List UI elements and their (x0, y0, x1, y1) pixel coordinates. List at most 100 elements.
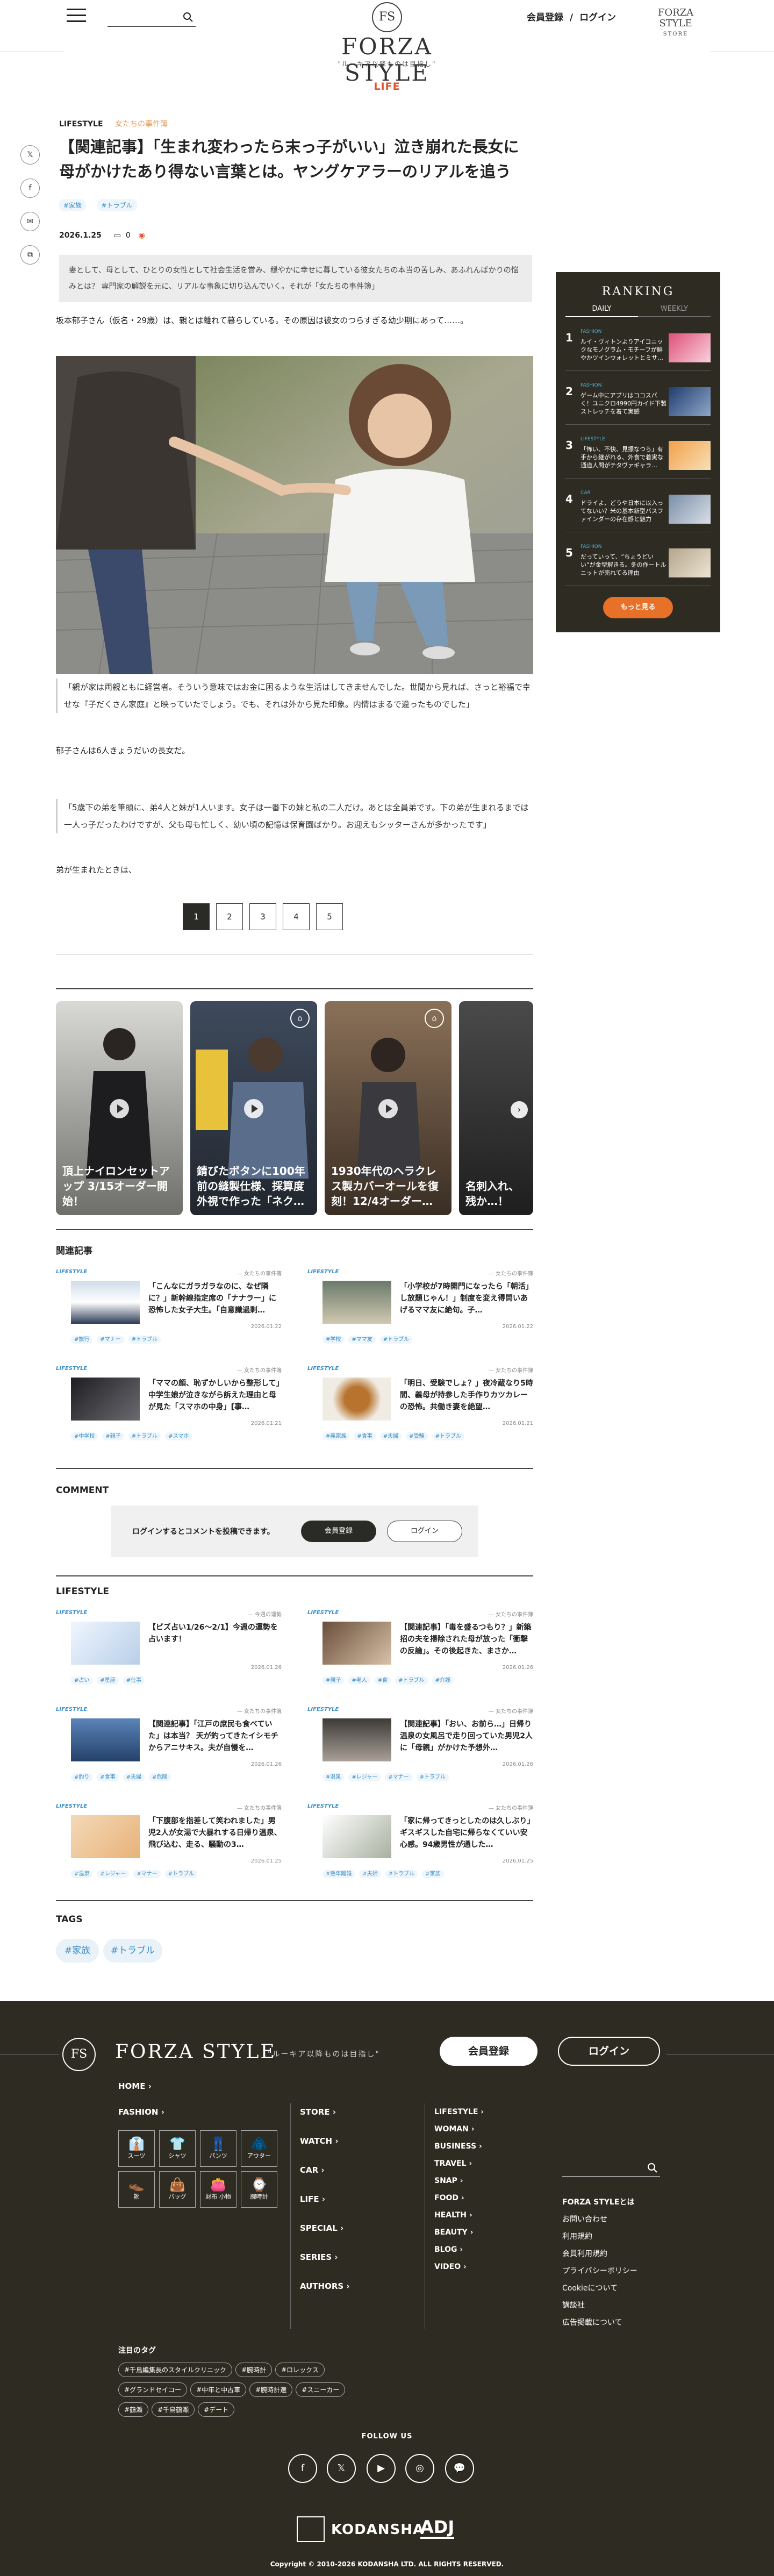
page-1-button[interactable]: 1 (183, 903, 210, 930)
tag-link[interactable]: #トラブル (385, 1870, 418, 1878)
tag-link[interactable]: #千鳥鶴瀬 (152, 2402, 195, 2417)
register-link[interactable]: 会員登録 (527, 12, 563, 23)
lifestyle-article-card[interactable]: LIFESTYLE — 女たちの事件簿 【関連記事】「毒を盛るつもり？」新築招の… (307, 1610, 533, 1690)
facebook-icon[interactable]: f (288, 2454, 317, 2483)
footer-nav-item[interactable]: FOOD › (434, 2193, 464, 2203)
footer-link[interactable]: プライバシーポリシー (562, 2266, 637, 2277)
lifestyle-article-card[interactable]: LIFESTYLE — 今週の運勢 【ビズ占い1/26〜2/1】今週の運勢を占い… (56, 1610, 282, 1690)
ranking-item[interactable]: 1 FASHION ルイ・ヴィトンよりアイコニックなモノグラム・モチーフが鮮やか… (565, 326, 711, 371)
tag-link[interactable]: #老人 (348, 1676, 370, 1685)
x-icon[interactable]: 𝕏 (327, 2454, 356, 2483)
tag-link[interactable]: #トラブル (416, 1773, 449, 1781)
tag-link[interactable]: #熟年離婚 (322, 1870, 355, 1878)
page-3-button[interactable]: 3 (249, 903, 276, 930)
tag-link[interactable]: #親子 (322, 1676, 345, 1685)
menu-icon[interactable] (67, 9, 86, 23)
share-mail-icon[interactable]: ✉ (20, 212, 40, 231)
fashion-item[interactable]: 👕 シャツ (159, 2130, 196, 2167)
related-article-card[interactable]: LIFESTYLE — 女たちの事件簿 「こんなにガラガラなのに、なぜ隣に？」新… (56, 1269, 282, 1350)
tag-link[interactable]: #危険 (149, 1773, 171, 1781)
tag-link[interactable]: #学校 (322, 1336, 345, 1344)
fashion-item[interactable]: 🧥 アウター (241, 2130, 277, 2167)
footer-search-input[interactable] (562, 2160, 660, 2177)
footer-nav-item[interactable]: AUTHORS › (300, 2281, 350, 2292)
tag-link[interactable]: #夫婦 (123, 1773, 145, 1781)
ranking-more-button[interactable]: もっと見る (603, 597, 673, 618)
footer-nav-fashion[interactable]: FASHION › (118, 2107, 164, 2117)
tag-link[interactable]: #釣り (71, 1773, 93, 1781)
play-icon[interactable] (244, 1099, 263, 1118)
search-input[interactable] (108, 9, 196, 27)
footer-link[interactable]: 広告掲載について (562, 2317, 622, 2328)
tab-daily[interactable]: DAILY (565, 302, 638, 317)
tag-link[interactable]: #仕事 (123, 1676, 145, 1685)
tag-link[interactable]: #レジャー (97, 1870, 130, 1878)
fashion-item[interactable]: ⌚ 腕時計 (241, 2171, 277, 2208)
ranking-item[interactable]: 4 CAR ドライよ、どうや日本に以入ってないい？米の基本新型バスファインダーの… (565, 487, 711, 532)
tag-link[interactable]: #夫婦 (359, 1870, 381, 1878)
shopping-bag-icon[interactable]: ⌂ (425, 1009, 444, 1028)
fashion-item[interactable]: 👞 靴 (118, 2171, 155, 2208)
tag-link[interactable]: #夫婦 (379, 1432, 402, 1440)
footer-nav-item[interactable]: TRAVEL › (434, 2158, 472, 2169)
tag-link[interactable]: #千鳥編集長のスタイルクリニック (118, 2363, 233, 2377)
tag-link[interactable]: #トラブル (395, 1676, 428, 1685)
comment-register-button[interactable]: 会員登録 (301, 1521, 376, 1542)
footer-link[interactable]: 利用規約 (562, 2231, 592, 2242)
search-icon[interactable] (647, 2163, 658, 2173)
page-2-button[interactable]: 2 (216, 903, 243, 930)
tag-link[interactable]: #トラブル (97, 199, 137, 211)
footer-logo[interactable]: FORZA STYLE (115, 2041, 276, 2063)
tag-link[interactable]: #マナー (97, 1336, 124, 1344)
tag-link[interactable]: #占い (71, 1676, 93, 1685)
instagram-icon[interactable]: ◎ (405, 2454, 434, 2483)
tag-link[interactable]: #トラブル (128, 1336, 161, 1344)
breadcrumb-series[interactable]: 女たちの事件簿 (115, 120, 168, 129)
related-article-card[interactable]: LIFESTYLE — 女たちの事件簿 「ママの顔、恥ずかしいから整形して」中学… (56, 1366, 282, 1446)
tag-link[interactable]: #受験 (406, 1432, 428, 1440)
breadcrumb-category[interactable]: LIFESTYLE (59, 120, 103, 129)
lifestyle-article-card[interactable]: LIFESTYLE — 女たちの事件簿 【関連記事】「おい、お前ら…」日帰り温泉… (307, 1707, 533, 1787)
kodansha-logo-icon[interactable] (297, 2516, 325, 2542)
footer-nav-item[interactable]: SERIES › (300, 2252, 338, 2263)
footer-register-button[interactable]: 会員登録 (440, 2037, 538, 2066)
tag-link[interactable]: #腕時計選 (249, 2382, 293, 2397)
tag-link[interactable]: #食事 (354, 1432, 376, 1440)
tag-link[interactable]: #トラブル (432, 1432, 464, 1440)
footer-nav-item[interactable]: BLOG › (434, 2244, 463, 2255)
footer-nav-item[interactable]: BUSINESS › (434, 2141, 482, 2152)
tag-link[interactable]: #温泉 (322, 1773, 345, 1781)
tag-link[interactable]: #レジャー (348, 1773, 381, 1781)
lifestyle-article-card[interactable]: LIFESTYLE — 女たちの事件簿 「下腹部を指差して笑われました」男児2人… (56, 1803, 282, 1884)
tag-link[interactable]: #家族 (59, 199, 87, 211)
footer-nav-item[interactable]: WATCH › (300, 2136, 339, 2146)
adj-logo[interactable]: ADJ (420, 2517, 455, 2539)
tag-link[interactable]: #鶴瀬 (118, 2402, 149, 2417)
share-facebook-icon[interactable]: f (20, 179, 40, 198)
tag-link[interactable]: #介護 (432, 1676, 454, 1685)
search-icon[interactable] (183, 12, 194, 23)
footer-nav-home[interactable]: HOME › (118, 2081, 152, 2092)
footer-link[interactable]: FORZA STYLEとは (562, 2197, 634, 2208)
lifestyle-article-card[interactable]: LIFESTYLE — 女たちの事件簿 「家に帰ってきっとしたのは久しぶり」ギス… (307, 1803, 533, 1884)
tag-link[interactable]: #ママ友 (348, 1336, 376, 1344)
tag-link[interactable]: #星座 (97, 1676, 119, 1685)
tag-link[interactable]: #トラブル (379, 1336, 413, 1344)
tag-link[interactable]: #食 (374, 1676, 391, 1685)
login-link[interactable]: ログイン (579, 12, 616, 23)
footer-nav-item[interactable]: WOMAN › (434, 2124, 474, 2135)
lifestyle-article-card[interactable]: LIFESTYLE — 女たちの事件簿 【関連記事】「江戸の庶民も食べていた」は… (56, 1707, 282, 1787)
tag-link[interactable]: #スマホ (165, 1432, 192, 1440)
tag-link[interactable]: #中学校 (71, 1432, 98, 1440)
shopping-bag-icon[interactable]: ⌂ (290, 1009, 310, 1028)
comment-login-button[interactable]: ログイン (387, 1521, 462, 1542)
related-article-card[interactable]: LIFESTYLE — 女たちの事件簿 「明日、受験でしょ？」夜冷蔵なり5時間、… (307, 1366, 533, 1446)
footer-nav-item[interactable]: VIDEO › (434, 2261, 467, 2272)
play-icon[interactable] (110, 1099, 129, 1118)
tag-link[interactable]: #マナー (133, 1870, 161, 1878)
kodansha-logo[interactable]: KODANSHA (331, 2522, 424, 2538)
share-x-icon[interactable]: 𝕏 (20, 145, 40, 165)
carousel-next-icon[interactable]: › (511, 1101, 528, 1118)
tag-link[interactable]: #義家族 (322, 1432, 350, 1440)
ranking-item[interactable]: 5 FASHION だっていって、“ちょうどいい”が金型解きる。冬の作ートルニッ… (565, 541, 711, 586)
